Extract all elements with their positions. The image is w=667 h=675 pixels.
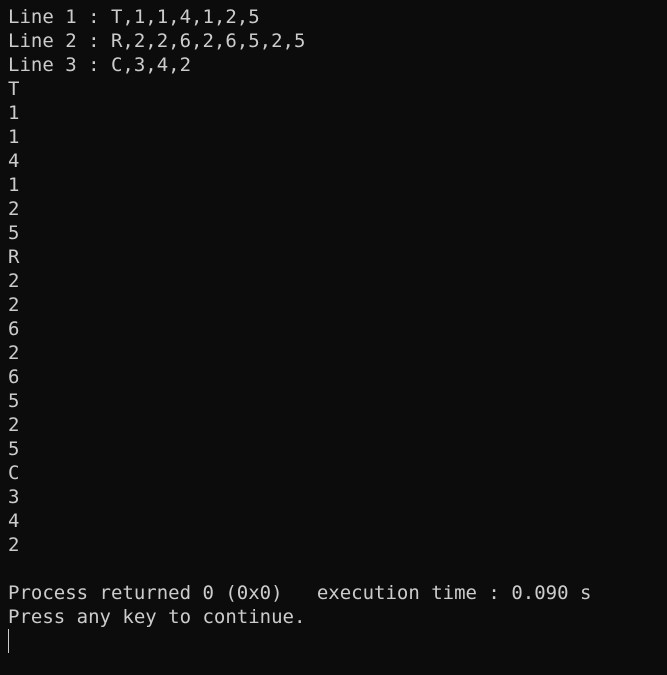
console-line: 5 (8, 222, 20, 244)
console-line: 2 (8, 414, 20, 436)
console-line: 1 (8, 174, 20, 196)
process-status-line: Process returned 0 (0x0) execution time … (8, 582, 592, 604)
console-line: 5 (8, 390, 20, 412)
console-line: R (8, 246, 20, 268)
console-line: Line 3 : C,3,4,2 (8, 54, 192, 76)
console-line: 2 (8, 534, 20, 556)
console-line: 2 (8, 342, 20, 364)
console-line: 4 (8, 510, 20, 532)
console-line: C (8, 462, 20, 484)
console-line: 1 (8, 102, 20, 124)
console-line: 3 (8, 486, 20, 508)
text-cursor (8, 629, 9, 653)
console-line: 1 (8, 126, 20, 148)
console-output[interactable]: Line 1 : T,1,1,4,1,2,5 Line 2 : R,2,2,6,… (0, 0, 667, 675)
console-line: 6 (8, 318, 20, 340)
console-line: 5 (8, 438, 20, 460)
console-line: 4 (8, 150, 20, 172)
console-line: 2 (8, 198, 20, 220)
console-line: Line 2 : R,2,2,6,2,6,5,2,5 (8, 30, 306, 52)
console-line: Line 1 : T,1,1,4,1,2,5 (8, 6, 260, 28)
console-line: 6 (8, 366, 20, 388)
console-line: 2 (8, 294, 20, 316)
console-line: T (8, 78, 20, 100)
console-line: 2 (8, 270, 20, 292)
press-any-key-prompt: Press any key to continue. (8, 606, 306, 628)
